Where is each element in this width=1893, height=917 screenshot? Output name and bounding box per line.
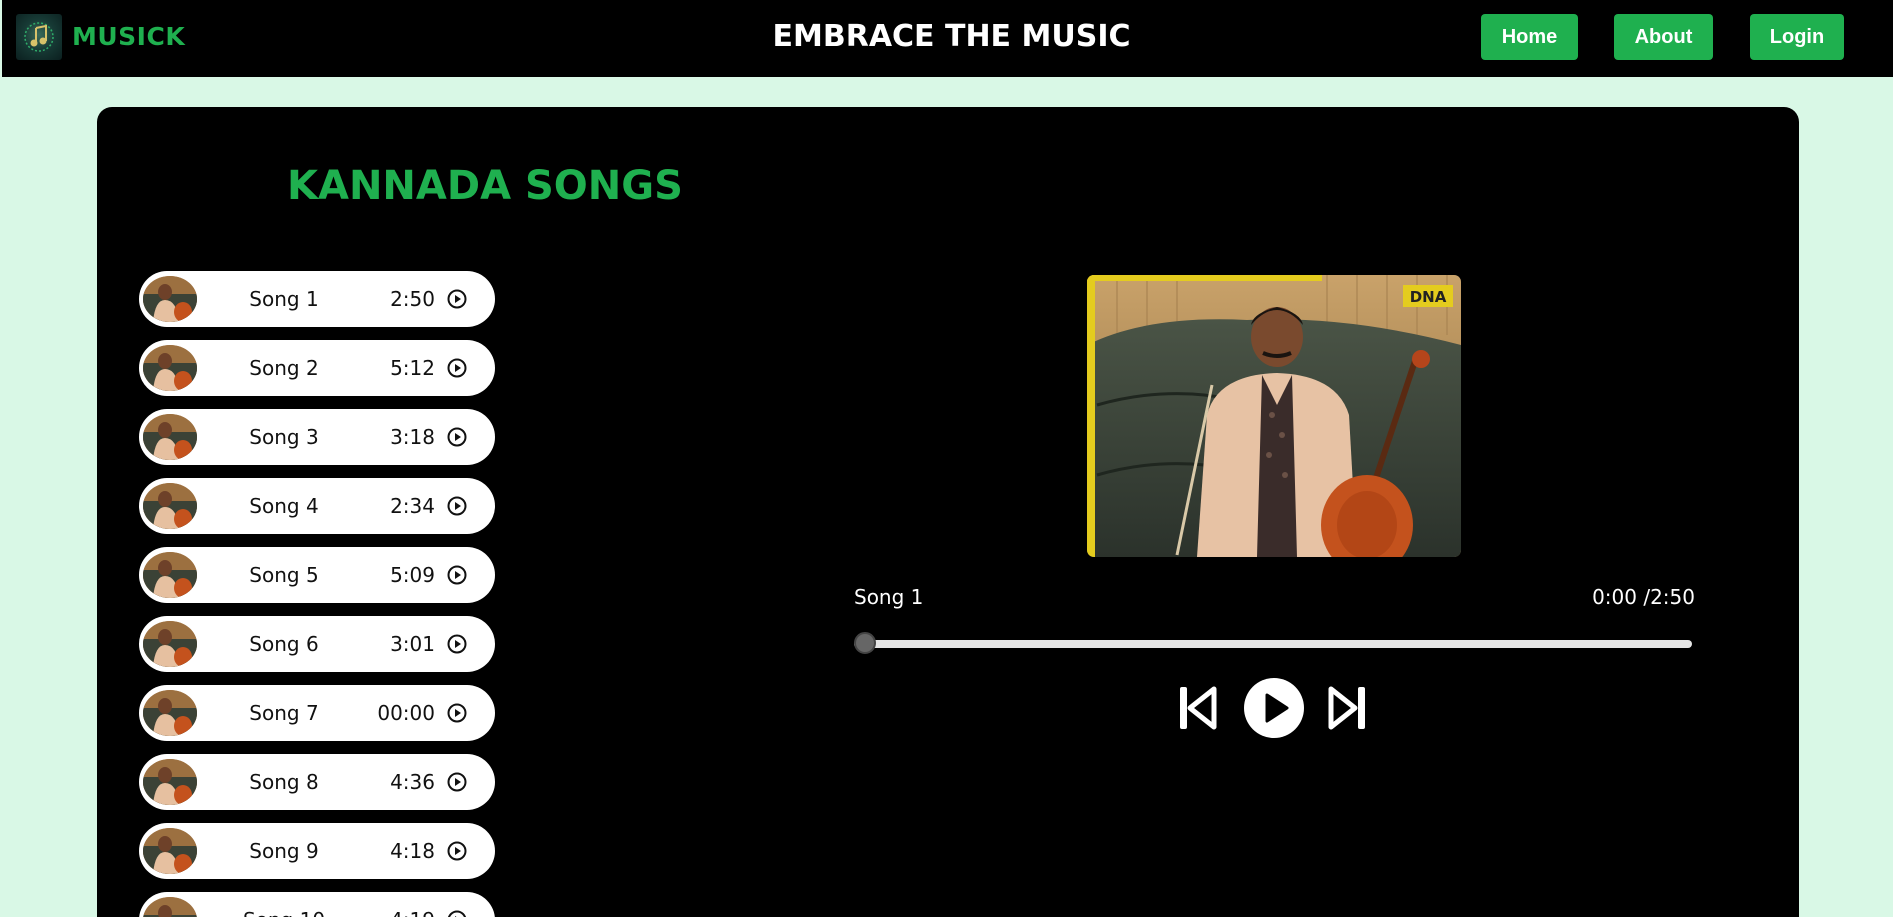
song-duration: 5:09 [390, 563, 435, 587]
song-list-item[interactable]: Song 2 5:12 [139, 340, 495, 396]
song-thumbnail-image [143, 414, 197, 460]
song-duration: 2:34 [390, 494, 435, 518]
song-duration: 3:01 [390, 632, 435, 656]
play-circle-icon[interactable] [447, 289, 467, 309]
song-duration: 3:18 [390, 425, 435, 449]
song-duration: 2:50 [390, 287, 435, 311]
song-duration: 4:18 [390, 839, 435, 863]
song-list-item[interactable]: Song 10 4:19 [139, 892, 495, 917]
song-thumbnail-image [143, 276, 197, 322]
site-title: EMBRACE THE MUSIC [772, 19, 1131, 54]
song-title: Song 10 [209, 908, 359, 917]
song-title: Song 8 [249, 770, 319, 794]
music-panel: KANNADA SONGS Song 1 2:50 Song 2 5:12 Song 3… [97, 107, 1799, 917]
song-title: Song 5 [249, 563, 319, 587]
now-playing-title: Song 1 [854, 585, 924, 609]
song-title: Song 1 [249, 287, 319, 311]
song-duration: 5:12 [390, 356, 435, 380]
song-duration: 00:00 [377, 701, 435, 725]
song-list-item[interactable]: Song 5 5:09 [139, 547, 495, 603]
song-list-item[interactable]: Song 6 3:01 [139, 616, 495, 672]
album-art-image: DNA [1087, 275, 1461, 557]
song-duration: 4:36 [390, 770, 435, 794]
song-title: Song 9 [249, 839, 319, 863]
about-button[interactable]: About [1614, 14, 1713, 60]
song-title: Song 3 [249, 425, 319, 449]
section-title: KANNADA SONGS [287, 163, 683, 209]
song-thumbnail-image [143, 345, 197, 391]
song-list-item[interactable]: Song 7 00:00 [139, 685, 495, 741]
song-title: Song 6 [249, 632, 319, 656]
song-thumbnail-image [143, 621, 197, 667]
album-badge: DNA [1410, 288, 1447, 306]
top-navbar: MUSICK EMBRACE THE MUSIC Home About Logi… [2, 0, 1893, 77]
song-thumbnail-image [143, 690, 197, 736]
play-circle-icon[interactable] [447, 565, 467, 585]
song-title: Song 4 [249, 494, 319, 518]
seek-handle[interactable] [854, 632, 876, 654]
song-thumbnail-image [143, 552, 197, 598]
play-circle-icon[interactable] [447, 910, 467, 917]
next-track-icon[interactable] [1327, 685, 1367, 731]
song-title: Song 2 [249, 356, 319, 380]
song-thumbnail-image [143, 897, 197, 917]
login-button[interactable]: Login [1750, 14, 1844, 60]
song-thumbnail-image [143, 828, 197, 874]
song-thumbnail-image [143, 759, 197, 805]
play-icon[interactable] [1243, 677, 1305, 739]
seek-bar[interactable] [854, 640, 1692, 648]
song-title: Song 7 [249, 701, 319, 725]
play-circle-icon[interactable] [447, 634, 467, 654]
song-list-item[interactable]: Song 4 2:34 [139, 478, 495, 534]
song-thumbnail-image [143, 483, 197, 529]
time-readout: 0:00 /2:50 [1592, 585, 1695, 609]
play-circle-icon[interactable] [447, 358, 467, 378]
play-circle-icon[interactable] [447, 841, 467, 861]
previous-track-icon[interactable] [1178, 685, 1218, 731]
song-list-item[interactable]: Song 9 4:18 [139, 823, 495, 879]
play-circle-icon[interactable] [447, 772, 467, 792]
play-circle-icon[interactable] [447, 427, 467, 447]
song-duration: 4:19 [390, 908, 435, 917]
play-circle-icon[interactable] [447, 703, 467, 723]
song-list-item[interactable]: Song 8 4:36 [139, 754, 495, 810]
home-button[interactable]: Home [1481, 14, 1578, 60]
song-list-item[interactable]: Song 3 3:18 [139, 409, 495, 465]
song-list-item[interactable]: Song 1 2:50 [139, 271, 495, 327]
play-circle-icon[interactable] [447, 496, 467, 516]
